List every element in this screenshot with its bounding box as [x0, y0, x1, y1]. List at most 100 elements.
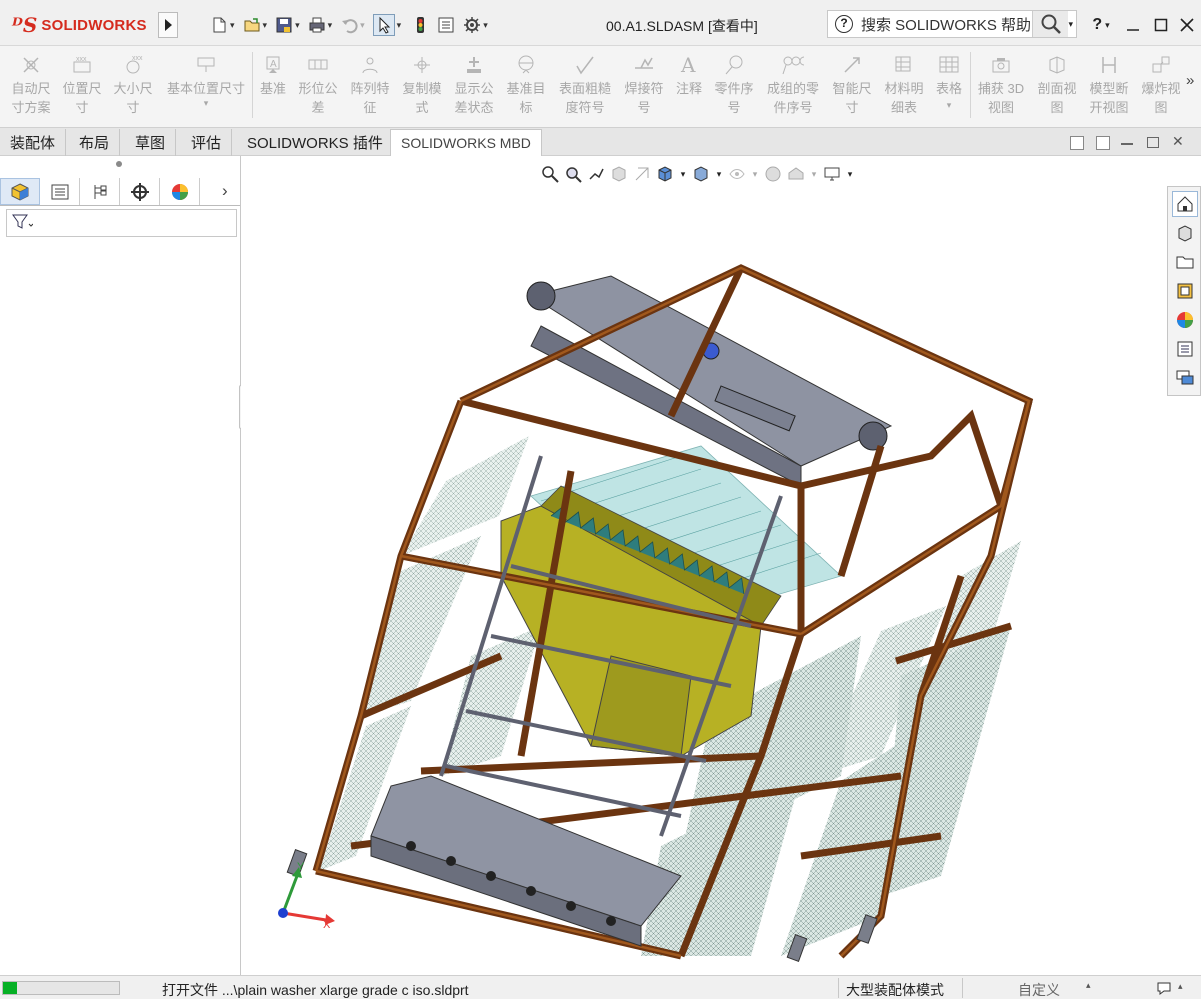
- menu-expand-button[interactable]: [158, 12, 178, 38]
- select-dropdown-icon[interactable]: ▾: [397, 20, 402, 31]
- file-explorer-icon[interactable]: [1172, 249, 1198, 275]
- doc-close-icon[interactable]: ✕: [1172, 133, 1184, 150]
- toolbar-more-icon[interactable]: »: [1186, 72, 1194, 89]
- save-icon[interactable]: [275, 16, 293, 34]
- datum-button[interactable]: A 基准: [254, 54, 292, 98]
- search-icon[interactable]: [1032, 11, 1069, 37]
- section-view-button[interactable]: 剖面视 图: [1033, 54, 1081, 117]
- doc-minimize-icon[interactable]: [1121, 143, 1133, 145]
- panel-more-icon[interactable]: ›: [222, 181, 228, 201]
- tab-evaluate[interactable]: 评估: [181, 129, 233, 156]
- view-palette-icon[interactable]: [1172, 278, 1198, 304]
- print-icon[interactable]: [308, 16, 326, 34]
- datum-target-button[interactable]: 基准目 标: [502, 54, 550, 117]
- tab-sketch[interactable]: 草图: [125, 129, 177, 156]
- location-dimension-button[interactable]: xxx 位置尺 寸: [59, 54, 105, 117]
- task-pane-tabs: [1167, 186, 1201, 396]
- quick-tips-icon[interactable]: [1156, 979, 1174, 999]
- help-question-icon[interactable]: ? ▾: [1086, 12, 1116, 38]
- close-icon[interactable]: [1174, 12, 1200, 38]
- location-dimension-icon: xxx: [71, 54, 93, 76]
- custom-properties-icon[interactable]: [1172, 336, 1198, 362]
- solidworks-logo[interactable]: ᴰS SOLIDWORKS: [12, 10, 147, 40]
- exploded-view-button[interactable]: 爆炸视 图: [1137, 54, 1185, 117]
- assembly-model-view[interactable]: X Y: [241, 156, 1201, 975]
- design-library-icon[interactable]: [1172, 220, 1198, 246]
- note-button[interactable]: A 注释: [670, 54, 708, 98]
- graphics-area[interactable]: ▾ ▾ ▾ ▾ ▾ X Y: [241, 156, 1201, 975]
- options-gear-icon[interactable]: [463, 16, 481, 34]
- minimize-icon[interactable]: [1120, 12, 1146, 38]
- large-assembly-mode-indicator[interactable]: 大型装配体模式: [846, 980, 944, 999]
- filter-funnel-icon[interactable]: [11, 213, 34, 234]
- geometric-tolerance-button[interactable]: 形位公 差: [294, 54, 342, 117]
- configuration-manager-icon[interactable]: [80, 178, 120, 205]
- geometric-tolerance-label: 形位公 差: [298, 81, 338, 115]
- save-dropdown-icon[interactable]: ▾: [295, 20, 300, 31]
- copy-scheme-button[interactable]: 复制模 式: [398, 54, 446, 117]
- panel-grip-icon[interactable]: [116, 161, 122, 167]
- basic-location-dropdown-icon[interactable]: ▾: [204, 98, 209, 109]
- tab-solidworks-mbd[interactable]: SOLIDWORKS MBD: [390, 129, 542, 156]
- undo-dropdown-icon[interactable]: ▾: [360, 20, 365, 31]
- tips-dropdown-icon[interactable]: ▴: [1178, 981, 1183, 992]
- pattern-feature-button[interactable]: 阵列特 征: [346, 54, 394, 117]
- viewport-right-icon[interactable]: [1096, 136, 1110, 150]
- table-dropdown-icon[interactable]: ▾: [947, 100, 952, 111]
- pattern-feature-icon: [359, 54, 381, 76]
- command-manager: 自动尺 寸方案 xxx 位置尺 寸 xxx 大小尺 寸 基本位置尺寸 ▾ A 基…: [0, 46, 1201, 128]
- stacked-balloon-button[interactable]: 成组的零 件序号: [762, 54, 824, 117]
- dimxpert-icon[interactable]: [120, 178, 160, 205]
- ds-logo-icon: ᴰS: [12, 13, 38, 37]
- auto-dimension-scheme-button[interactable]: 自动尺 寸方案: [8, 54, 54, 117]
- tab-layout[interactable]: 布局: [69, 129, 121, 156]
- tab-solidworks-addins[interactable]: SOLIDWORKS 插件: [237, 129, 394, 156]
- select-cursor-icon[interactable]: [372, 14, 395, 36]
- forum-icon[interactable]: [1172, 365, 1198, 391]
- smart-dimension-button[interactable]: 智能尺 寸: [828, 54, 876, 117]
- toolbar-divider: [970, 52, 971, 118]
- tree-filter-box[interactable]: [6, 209, 237, 237]
- copy-scheme-icon: [411, 54, 433, 76]
- viewport-left-icon[interactable]: [1070, 136, 1084, 150]
- property-manager-icon[interactable]: [40, 178, 80, 205]
- balloon-icon: [723, 54, 745, 76]
- unit-system-selector[interactable]: 自定义: [1018, 980, 1060, 999]
- solidworks-resources-icon[interactable]: [1172, 191, 1198, 217]
- tab-assembly[interactable]: 装配体: [0, 129, 67, 156]
- capture-3d-view-button[interactable]: 捕获 3D 视图: [974, 54, 1028, 117]
- doc-restore-icon[interactable]: [1147, 137, 1159, 148]
- table-button[interactable]: 表格 ▾: [930, 54, 968, 111]
- help-search-box[interactable]: ? 搜索 SOLIDWORKS 帮助 ▾: [827, 10, 1077, 38]
- traffic-light-icon[interactable]: [411, 16, 429, 34]
- svg-text:A: A: [680, 54, 696, 76]
- options-dropdown-icon[interactable]: ▾: [483, 20, 488, 31]
- feature-tree-icon[interactable]: [0, 178, 40, 205]
- new-doc-dropdown-icon[interactable]: ▾: [230, 20, 235, 31]
- table-label: 表格: [935, 81, 962, 96]
- model-break-view-button[interactable]: 模型断 开视图: [1085, 54, 1133, 117]
- file-properties-icon[interactable]: [437, 16, 455, 34]
- balloon-button[interactable]: 零件序 号: [710, 54, 758, 117]
- bom-button[interactable]: 材料明 细表: [880, 54, 928, 117]
- basic-location-label: 基本位置尺寸: [166, 81, 245, 96]
- print-dropdown-icon[interactable]: ▾: [328, 20, 333, 31]
- maximize-icon[interactable]: [1148, 12, 1174, 38]
- search-dropdown-icon[interactable]: ▾: [1068, 19, 1073, 30]
- new-doc-icon[interactable]: [210, 16, 228, 34]
- weld-symbol-label: 焊接符 号: [624, 81, 664, 115]
- basic-location-dimension-button[interactable]: 基本位置尺寸 ▾: [162, 54, 250, 109]
- status-divider: [962, 978, 963, 998]
- appearances-icon[interactable]: [1172, 307, 1198, 333]
- open-dropdown-icon[interactable]: ▾: [263, 20, 268, 31]
- open-icon[interactable]: [243, 16, 261, 34]
- undo-icon[interactable]: [340, 16, 358, 34]
- smart-dimension-icon: [841, 54, 863, 76]
- help-search-input[interactable]: 搜索 SOLIDWORKS 帮助: [861, 14, 1032, 35]
- size-dimension-button[interactable]: xxx 大小尺 寸: [110, 54, 156, 117]
- unit-dropdown-icon[interactable]: ▴: [1086, 980, 1091, 991]
- display-manager-icon[interactable]: [160, 178, 200, 205]
- show-tolerance-status-button[interactable]: 显示公 差状态: [450, 54, 498, 117]
- surface-finish-button[interactable]: 表面粗糙 度符号: [555, 54, 615, 117]
- weld-symbol-button[interactable]: 焊接符 号: [620, 54, 668, 117]
